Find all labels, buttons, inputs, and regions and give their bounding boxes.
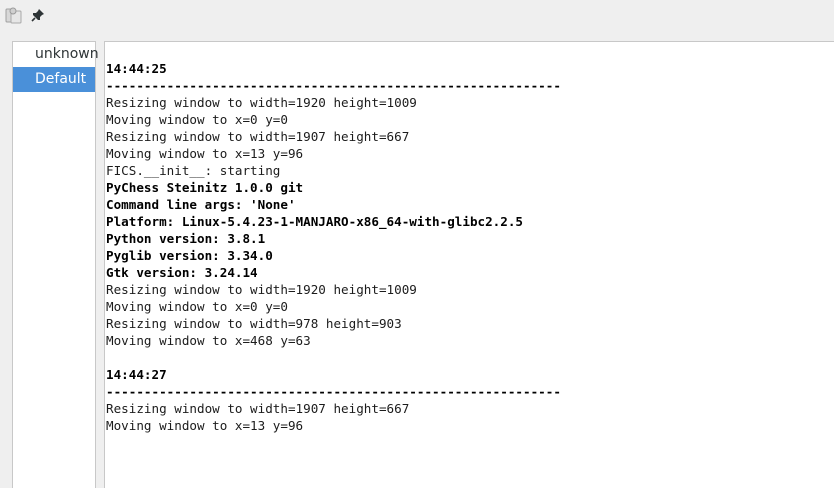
log-line: Resizing window to width=978 height=903 <box>106 316 402 331</box>
log-line: FICS.__init__: starting <box>106 163 281 178</box>
log-line: 14:44:27 <box>106 367 167 382</box>
pin-icon[interactable] <box>27 4 49 26</box>
log-text: 14:44:25 --------------------------------… <box>106 60 561 434</box>
log-line: Python version: 3.8.1 <box>106 231 266 246</box>
category-item-unknown[interactable]: unknown <box>13 42 99 67</box>
toolbar <box>0 0 834 30</box>
log-line: Command line args: 'None' <box>106 197 296 212</box>
category-item-label: Default <box>35 71 87 87</box>
category-item-label: unknown <box>35 46 99 62</box>
log-line: Resizing window to width=1920 height=100… <box>106 95 417 110</box>
log-line: Moving window to x=0 y=0 <box>106 112 288 127</box>
log-viewer-icon[interactable] <box>3 4 25 26</box>
log-line: Resizing window to width=1920 height=100… <box>106 282 417 297</box>
log-line: ----------------------------------------… <box>106 78 561 93</box>
log-line: ----------------------------------------… <box>106 384 561 399</box>
log-line: Moving window to x=468 y=63 <box>106 333 311 348</box>
log-line: 14:44:25 <box>106 61 167 76</box>
log-line: Moving window to x=13 y=96 <box>106 146 304 161</box>
log-line: Resizing window to width=1907 height=667 <box>106 129 410 144</box>
log-line: Moving window to x=0 y=0 <box>106 299 288 314</box>
log-line: Pyglib version: 3.34.0 <box>106 248 273 263</box>
log-line: Moving window to x=13 y=96 <box>106 418 304 433</box>
log-line: Resizing window to width=1907 height=667 <box>106 401 410 416</box>
log-line: Platform: Linux-5.4.23-1-MANJARO-x86_64-… <box>106 214 524 229</box>
log-view[interactable]: 14:44:25 --------------------------------… <box>104 41 834 488</box>
log-line: Gtk version: 3.24.14 <box>106 265 258 280</box>
log-line: PyChess Steinitz 1.0.0 git <box>106 180 304 195</box>
category-list: unknown Default <box>12 41 99 488</box>
category-item-default[interactable]: Default <box>13 67 95 92</box>
